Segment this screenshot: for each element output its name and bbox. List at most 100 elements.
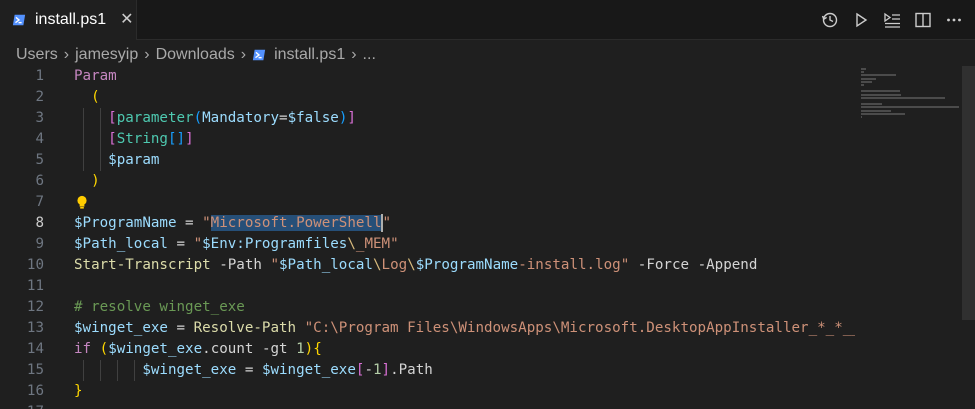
code-token: Param: [74, 68, 117, 84]
code-token: _MEM": [355, 236, 399, 252]
minimap-line: [861, 71, 865, 74]
code-line[interactable]: 2 (: [0, 87, 855, 108]
code-text: $winget_exe = $winget_exe[-1].Path: [74, 360, 432, 381]
close-icon[interactable]: ✕: [120, 12, 133, 28]
code-line[interactable]: 1 Param: [0, 66, 855, 87]
powershell-icon: [252, 49, 266, 61]
code-token: \: [372, 257, 382, 273]
code-line[interactable]: 4 [String[]]: [0, 129, 855, 150]
minimap-line: [861, 77, 876, 80]
breadcrumb-item-jamesyip[interactable]: jamesyip: [75, 46, 138, 64]
code-token: [: [108, 110, 117, 126]
line-number: 13: [26, 320, 44, 336]
code-line[interactable]: 16}: [0, 381, 855, 402]
code-token: $Path_local: [279, 257, 373, 273]
code-line[interactable]: 7: [0, 192, 855, 213]
code-line[interactable]: 6 ): [0, 171, 855, 192]
line-number: 2: [35, 89, 44, 105]
minimap-line: [861, 90, 900, 93]
code-line[interactable]: 8 $ProgramName = "Microsoft.PowerShell": [0, 213, 855, 234]
tab-bar: install.ps1 ✕: [0, 0, 975, 40]
breadcrumb: Users › jamesyip › Downloads › install.p…: [16, 44, 376, 66]
code-line[interactable]: 14 if ($winget_exe.count -gt 1){: [0, 339, 855, 360]
code-token: =: [236, 362, 262, 378]
line-number: 15: [26, 362, 44, 378]
code-line[interactable]: 10 Start-Transcript -Path "$Path_local\Lo…: [0, 255, 855, 276]
tab-install-ps1[interactable]: install.ps1 ✕: [0, 0, 137, 40]
code-line[interactable]: 3 [parameter(Mandatory=$false)]: [0, 108, 855, 129]
line-number: 9: [35, 236, 44, 252]
minimap-line: [861, 93, 901, 96]
line-number: 12: [26, 299, 44, 315]
code-token: .count -gt: [202, 341, 297, 357]
code-text: }: [74, 381, 83, 402]
code-token: $ProgramName: [74, 215, 177, 231]
code-token: 1: [296, 341, 305, 357]
code-token: -install.log": [518, 257, 630, 273]
code-line[interactable]: 17: [0, 402, 855, 409]
minimap-line: [861, 103, 882, 106]
split-editor-icon[interactable]: [907, 5, 938, 35]
chevron-right-icon: ›: [63, 46, 70, 63]
minimap[interactable]: [855, 66, 975, 409]
code-token: Resolve-Path: [193, 320, 297, 336]
run-selection-icon[interactable]: [876, 5, 907, 35]
code-token: {: [313, 341, 322, 357]
breadcrumb-item-symbol[interactable]: ...: [363, 46, 376, 64]
code-line[interactable]: 5 $param: [0, 150, 855, 171]
code-line[interactable]: 9 $Path_local = "$Env:Programfiles\_MEM": [0, 234, 855, 255]
code-editor[interactable]: 1 Param 2 (3 [parameter(Mandatory=$false)]…: [0, 66, 855, 409]
scrollbar-thumb[interactable]: [962, 66, 975, 320]
history-icon[interactable]: [814, 5, 845, 35]
code-token: -Path: [210, 257, 271, 273]
code-token: ): [304, 341, 314, 357]
breadcrumb-item-users[interactable]: Users: [16, 46, 58, 64]
lightbulb-icon[interactable]: [74, 194, 90, 210]
code-token: Start-Transcript: [74, 257, 211, 273]
breadcrumb-item-downloads[interactable]: Downloads: [156, 46, 235, 64]
code-token: $param: [108, 152, 160, 168]
code-token: if: [74, 341, 92, 357]
breadcrumb-item-file[interactable]: install.ps1: [274, 46, 345, 64]
code-token: $winget_exe: [261, 362, 356, 378]
code-token: ]: [185, 131, 194, 147]
minimap-line: [861, 74, 896, 77]
code-text: $ProgramName = "Microsoft.PowerShell": [74, 213, 391, 234]
code-text: [parameter(Mandatory=$false)]: [74, 108, 356, 129]
code-token: ": [270, 257, 280, 273]
code-text: (: [74, 87, 100, 108]
code-line[interactable]: 11: [0, 276, 855, 297]
selected-text: Microsoft.PowerShell: [210, 215, 382, 231]
code-token: $winget_exe: [108, 341, 203, 357]
code-token: =: [176, 215, 203, 231]
more-actions-icon[interactable]: [938, 5, 969, 35]
code-token: []: [167, 131, 186, 147]
line-number: 6: [35, 173, 44, 189]
code-token: Log: [381, 257, 408, 273]
line-number: 11: [26, 278, 44, 294]
code-token: String: [116, 131, 168, 147]
code-line[interactable]: 15 $winget_exe = $winget_exe[-1].Path: [0, 360, 855, 381]
line-number: 1: [35, 68, 44, 84]
run-icon[interactable]: [845, 5, 876, 35]
code-line[interactable]: 13 $winget_exe = Resolve-Path "C:\Program…: [0, 318, 855, 339]
code-token: ]: [347, 110, 356, 126]
code-text: $winget_exe = Resolve-Path "C:\Program F…: [74, 318, 855, 339]
minimap-line: [861, 106, 959, 109]
line-number: 17: [0, 402, 44, 409]
code-token: ]: [381, 362, 391, 378]
minimap-line: [861, 80, 872, 83]
code-line[interactable]: 12 # resolve winget_exe: [0, 297, 855, 318]
code-token: =: [167, 320, 194, 336]
code-text: ): [74, 171, 100, 192]
code-token: "C:\Program Files\WindowsApps\Microsoft.…: [304, 320, 855, 336]
code-text: if ($winget_exe.count -gt 1){: [74, 339, 322, 360]
code-token: \: [347, 236, 356, 252]
code-token: ": [382, 215, 392, 231]
